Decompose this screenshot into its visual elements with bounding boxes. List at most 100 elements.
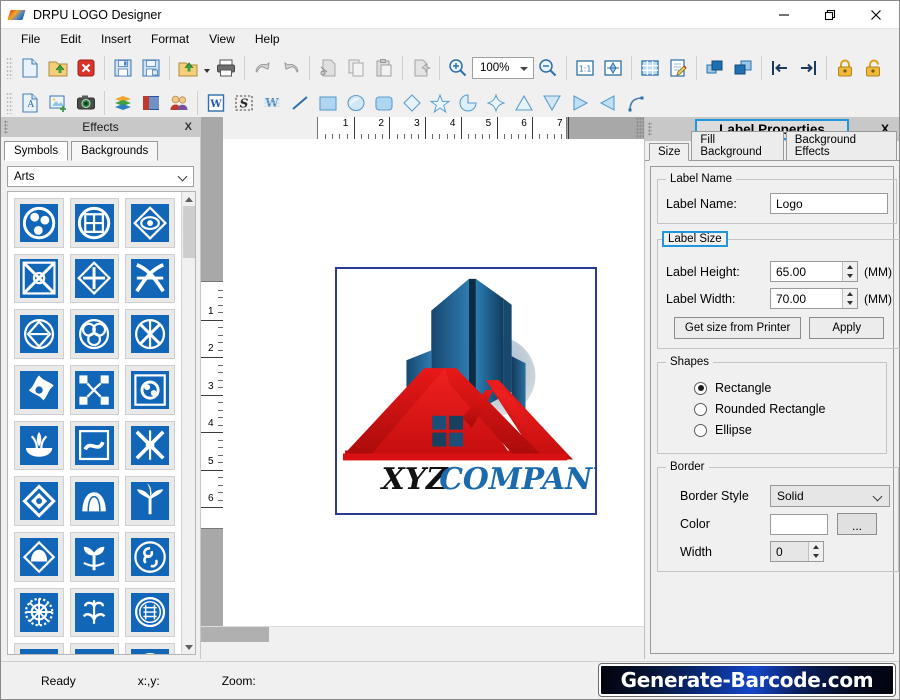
zoom-in-icon[interactable]: [444, 54, 472, 82]
stepper-up-icon[interactable]: [843, 262, 857, 272]
align-left-icon[interactable]: [766, 54, 794, 82]
get-size-from-printer-button[interactable]: Get size from Printer: [673, 317, 802, 339]
label-width-stepper[interactable]: 70.00: [770, 288, 858, 309]
label-height-stepper[interactable]: 65.00: [770, 261, 858, 282]
symbol-thumbnail[interactable]: [69, 587, 120, 638]
symbol-thumbnail[interactable]: [69, 365, 120, 415]
menu-item-insert[interactable]: Insert: [91, 30, 141, 48]
border-width-stepper[interactable]: 0: [770, 541, 824, 562]
insert-watermark-icon[interactable]: W: [258, 89, 286, 117]
cut-icon[interactable]: [314, 54, 342, 82]
insert-word-doc-icon[interactable]: W: [202, 89, 230, 117]
toolbar-grip[interactable]: [6, 57, 13, 79]
zoom-out-icon[interactable]: [534, 54, 562, 82]
canvas-horizontal-scrollbar[interactable]: [201, 626, 644, 642]
symbol-thumbnail[interactable]: [125, 365, 176, 415]
insert-text-icon[interactable]: A: [16, 89, 44, 117]
label-name-input[interactable]: Logo: [770, 193, 888, 214]
scrollbar-thumb[interactable]: [201, 627, 269, 642]
edit-note-icon[interactable]: [664, 54, 692, 82]
close-document-icon[interactable]: [72, 54, 100, 82]
symbol-thumbnail[interactable]: [14, 476, 64, 527]
four-point-star-tool-icon[interactable]: [482, 89, 510, 117]
diamond-tool-icon[interactable]: [398, 89, 426, 117]
export-dropdown-arrow-icon[interactable]: [202, 55, 212, 81]
effects-close-icon[interactable]: X: [185, 121, 192, 133]
stepper-up-icon[interactable]: [809, 542, 823, 552]
bring-to-front-icon[interactable]: [701, 54, 729, 82]
rounded-rectangle-tool-icon[interactable]: [370, 89, 398, 117]
grid-icon[interactable]: [636, 54, 664, 82]
star-tool-icon[interactable]: [426, 89, 454, 117]
undo-icon[interactable]: [249, 54, 277, 82]
pie-tool-icon[interactable]: [454, 89, 482, 117]
border-style-select[interactable]: Solid: [770, 485, 890, 507]
symbol-thumbnail[interactable]: [69, 309, 120, 360]
save-as-icon[interactable]: [137, 54, 165, 82]
symbol-thumbnail[interactable]: [69, 198, 120, 248]
symbol-thumbnail[interactable]: [14, 420, 64, 471]
drag-grip-icon[interactable]: [4, 120, 8, 134]
actual-size-icon[interactable]: 1:1: [571, 54, 599, 82]
menu-item-format[interactable]: Format: [141, 30, 199, 48]
symbol-thumbnail[interactable]: [14, 253, 64, 304]
symbol-thumbnail[interactable]: [14, 643, 64, 654]
stepper-down-icon[interactable]: [809, 552, 823, 562]
label-object[interactable]: XYZ COMPANY: [335, 267, 597, 515]
line-tool-icon[interactable]: [286, 89, 314, 117]
canvas-page[interactable]: XYZ COMPANY: [251, 139, 644, 626]
tab-symbols[interactable]: Symbols: [4, 141, 69, 161]
restore-icon[interactable]: [807, 1, 853, 29]
symbol-thumbnail[interactable]: [125, 532, 176, 582]
scroll-up-icon[interactable]: [182, 192, 196, 206]
symbol-thumbnail[interactable]: [14, 587, 64, 638]
border-color-browse-button[interactable]: ...: [837, 513, 877, 535]
insert-image-icon[interactable]: [44, 89, 72, 117]
menu-item-help[interactable]: Help: [245, 30, 290, 48]
insert-layers-icon[interactable]: [109, 89, 137, 117]
symbol-thumbnail[interactable]: [69, 253, 120, 304]
unlock-icon[interactable]: [859, 54, 887, 82]
symbol-thumbnail[interactable]: [125, 198, 176, 248]
minimize-icon[interactable]: [761, 1, 807, 29]
ellipse-tool-icon[interactable]: [342, 89, 370, 117]
symbol-thumbnail[interactable]: [14, 198, 64, 248]
send-to-back-icon[interactable]: [729, 54, 757, 82]
triangle-tool-icon[interactable]: [510, 89, 538, 117]
menu-item-file[interactable]: File: [11, 30, 50, 48]
symbol-thumbnail[interactable]: [125, 309, 176, 360]
zoom-level-combo[interactable]: 100%: [472, 57, 534, 79]
symbol-thumbnail[interactable]: [69, 476, 120, 527]
symbol-thumbnail[interactable]: [14, 309, 64, 360]
insert-signature-icon[interactable]: S: [230, 89, 258, 117]
tab-size[interactable]: Size: [649, 143, 690, 161]
copy-icon[interactable]: [342, 54, 370, 82]
tab-fill-background[interactable]: Fill Background: [691, 131, 784, 161]
menu-item-view[interactable]: View: [199, 30, 245, 48]
align-right-icon[interactable]: [794, 54, 822, 82]
scrollbar-thumb[interactable]: [182, 206, 195, 258]
lock-icon[interactable]: [831, 54, 859, 82]
radio-ellipse[interactable]: Ellipse: [694, 423, 878, 437]
insert-contact-icon[interactable]: [165, 89, 193, 117]
close-icon[interactable]: [853, 1, 899, 29]
radio-rectangle[interactable]: Rectangle: [694, 381, 878, 395]
arc-tool-icon[interactable]: [622, 89, 650, 117]
stepper-up-icon[interactable]: [843, 289, 857, 299]
inverted-triangle-tool-icon[interactable]: [538, 89, 566, 117]
symbol-thumbnail[interactable]: [125, 476, 176, 527]
right-triangle-tool-icon[interactable]: [566, 89, 594, 117]
drag-grip-icon[interactable]: [648, 122, 652, 136]
insert-barcode-icon[interactable]: [137, 89, 165, 117]
export-folder-icon[interactable]: [174, 54, 202, 82]
symbol-scrollbar[interactable]: [181, 192, 195, 654]
rectangle-tool-icon[interactable]: [314, 89, 342, 117]
stepper-down-icon[interactable]: [843, 272, 857, 282]
print-icon[interactable]: [212, 54, 240, 82]
tab-backgrounds[interactable]: Backgrounds: [71, 141, 159, 161]
symbol-thumbnail[interactable]: [125, 643, 176, 654]
symbol-thumbnail[interactable]: [69, 532, 120, 582]
symbol-thumbnail[interactable]: [69, 420, 120, 471]
redo-icon[interactable]: [277, 54, 305, 82]
symbol-category-select[interactable]: Arts: [7, 166, 194, 187]
